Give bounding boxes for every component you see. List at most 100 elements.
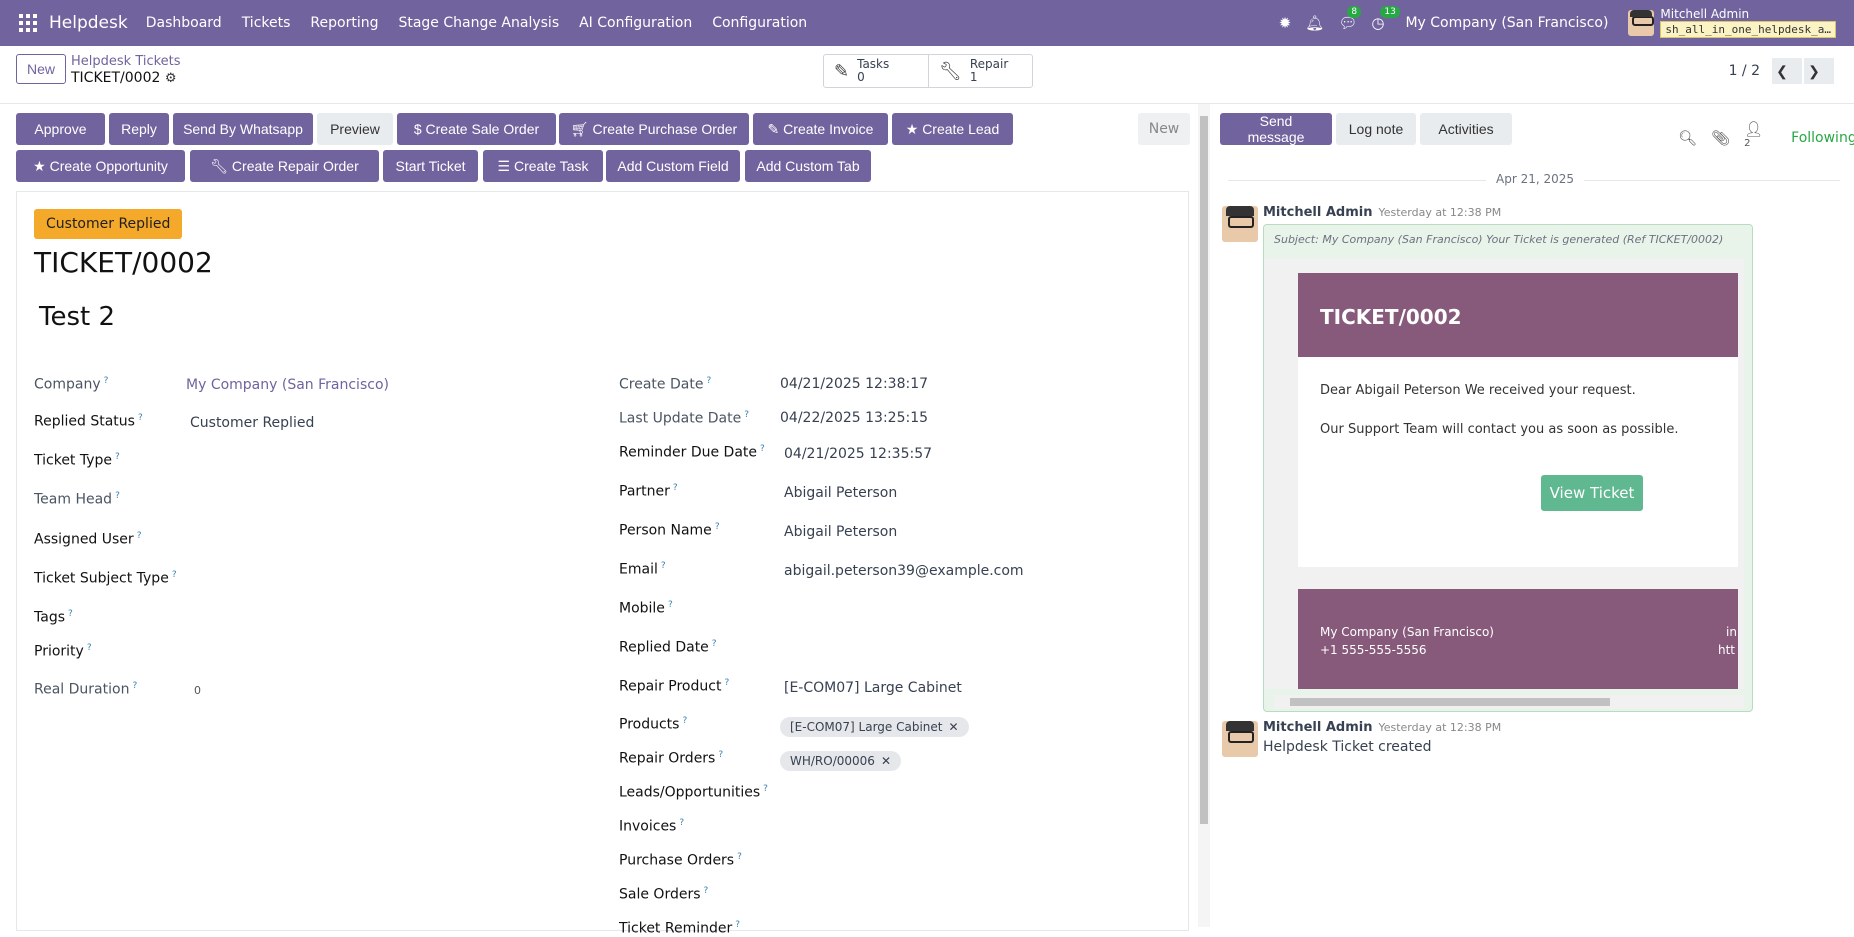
- person-name-label: Person Name?: [619, 522, 720, 539]
- repair-product-field[interactable]: [E-COM07] Large Cabinet: [784, 680, 962, 696]
- activity-badge: 13: [1380, 6, 1400, 18]
- apps-menu-icon[interactable]: [19, 14, 37, 32]
- create-repair-order-button[interactable]: 🔧︎ Create Repair Order: [190, 150, 379, 182]
- menu-ai-configuration[interactable]: AI Configuration: [579, 15, 692, 31]
- user-avatar[interactable]: [1628, 10, 1655, 36]
- search-icon[interactable]: 🔍︎: [1678, 129, 1697, 147]
- repair-orders-tag[interactable]: WH/RO/00006 ✕: [780, 751, 901, 771]
- real-duration-field: 0: [194, 684, 201, 697]
- activities-button[interactable]: Activities: [1420, 113, 1512, 145]
- approve-button[interactable]: Approve: [16, 113, 105, 145]
- scrollbar-thumb[interactable]: [1200, 116, 1208, 824]
- bell-icon[interactable]: 🔔︎: [1305, 14, 1324, 32]
- create-sale-order-button[interactable]: $ Create Sale Order: [397, 113, 556, 145]
- smart-buttons: ✎ Tasks 0 🔧︎ Repair 1: [823, 54, 1033, 88]
- wrench-icon: 🔧︎: [210, 157, 232, 174]
- create-opportunity-button[interactable]: ★ Create Opportunity: [16, 150, 185, 182]
- menu-reporting[interactable]: Reporting: [310, 15, 378, 31]
- reply-button[interactable]: Reply: [109, 113, 169, 145]
- remove-tag-icon[interactable]: ✕: [949, 720, 959, 734]
- email-horizontal-scrollbar[interactable]: [1274, 695, 1744, 709]
- company-field[interactable]: My Company (San Francisco): [186, 377, 389, 393]
- main-menu: Dashboard Tickets Reporting Stage Change…: [136, 15, 817, 31]
- chat-icon[interactable]: 💬︎ 8: [1338, 6, 1362, 32]
- paperclip-icon[interactable]: 📎︎: [1711, 129, 1730, 147]
- chatter-tools: 🔍︎ 📎︎ 👤︎2 Following: [1678, 120, 1854, 156]
- chevron-left-icon: ❮: [1776, 62, 1788, 79]
- stage-new[interactable]: New: [1138, 113, 1190, 145]
- message-author[interactable]: Mitchell Admin Yesterday at 12:38 PM: [1263, 205, 1501, 220]
- email-content: TICKET/0002 Dear Abigail Peterson We rec…: [1264, 259, 1744, 689]
- author-avatar[interactable]: [1222, 721, 1258, 757]
- create-purchase-order-button[interactable]: 🛒︎ Create Purchase Order: [559, 113, 749, 145]
- send-message-button[interactable]: Send message: [1220, 113, 1332, 145]
- pager-value[interactable]: 1 / 2: [1729, 63, 1760, 79]
- ticket-name-field[interactable]: Test 2: [39, 302, 115, 332]
- repair-smart-button[interactable]: 🔧︎ Repair 1: [928, 55, 1032, 87]
- message-author[interactable]: Mitchell Admin Yesterday at 12:38 PM: [1263, 720, 1501, 735]
- following-button[interactable]: Following: [1791, 130, 1854, 146]
- gear-icon[interactable]: ⚙: [165, 71, 177, 86]
- followers-button[interactable]: 👤︎2: [1744, 120, 1777, 156]
- breadcrumb-current: TICKET/0002: [71, 70, 161, 86]
- user-menu[interactable]: Mitchell Admin sh_all_in_one_helpdesk_a…: [1628, 8, 1854, 38]
- menu-configuration[interactable]: Configuration: [712, 15, 807, 31]
- create-date-field: 04/21/2025 12:38:17: [780, 376, 929, 392]
- create-sale-order-label: Create Sale Order: [425, 121, 540, 137]
- company-switcher[interactable]: My Company (San Francisco): [1405, 15, 1608, 31]
- partner-field[interactable]: Abigail Peterson: [784, 485, 897, 501]
- email-message: Subject: My Company (San Francisco) Your…: [1263, 224, 1753, 712]
- star-icon: ★: [33, 157, 50, 174]
- view-ticket-button[interactable]: View Ticket: [1541, 475, 1643, 511]
- author-avatar[interactable]: [1222, 206, 1258, 242]
- chat-badge: 8: [1347, 6, 1362, 18]
- products-label: Products?: [619, 716, 688, 733]
- debug-icon[interactable]: ✹: [1279, 14, 1292, 32]
- tasks-label: Tasks: [857, 57, 890, 71]
- menu-tickets[interactable]: Tickets: [242, 15, 291, 31]
- clock-icon[interactable]: ◷ 13: [1371, 6, 1400, 32]
- remove-tag-icon[interactable]: ✕: [881, 754, 891, 768]
- assigned-user-label: Assigned User?: [34, 531, 142, 548]
- mobile-label: Mobile?: [619, 600, 673, 617]
- reminder-due-date-field[interactable]: 04/21/2025 12:35:57: [784, 446, 932, 462]
- log-note-button[interactable]: Log note: [1336, 113, 1416, 145]
- tags-label: Tags?: [34, 609, 73, 626]
- replied-status-field[interactable]: Customer Replied: [190, 415, 314, 431]
- menu-dashboard[interactable]: Dashboard: [146, 15, 222, 31]
- email-footer: My Company (San Francisco) +1 555-555-55…: [1298, 589, 1738, 689]
- menu-stage-change-analysis[interactable]: Stage Change Analysis: [398, 15, 559, 31]
- add-custom-field-button[interactable]: Add Custom Field: [606, 150, 740, 182]
- partner-label: Partner?: [619, 483, 678, 500]
- email-line-1: Dear Abigail Peterson We received your r…: [1320, 383, 1636, 398]
- breadcrumb-parent[interactable]: Helpdesk Tickets: [71, 54, 181, 70]
- form-sheet: Customer Replied TICKET/0002 Test 2 Comp…: [16, 191, 1189, 937]
- create-repair-order-label: Create Repair Order: [231, 157, 359, 174]
- pager-previous-button[interactable]: ❮: [1772, 58, 1802, 84]
- create-date-label: Create Date?: [619, 376, 712, 393]
- database-name: sh_all_in_one_helpdesk_a…: [1660, 21, 1836, 38]
- last-update-label: Last Update Date?: [619, 410, 750, 427]
- create-lead-button[interactable]: ★ Create Lead: [892, 113, 1013, 145]
- create-task-button[interactable]: ☰ Create Task: [483, 150, 603, 182]
- preview-button[interactable]: Preview: [317, 113, 393, 145]
- app-brand[interactable]: Helpdesk: [49, 13, 128, 33]
- new-button[interactable]: New: [16, 54, 66, 84]
- email-field[interactable]: abigail.peterson39@example.com: [784, 563, 1024, 579]
- form-scrollbar[interactable]: [1198, 104, 1210, 927]
- whatsapp-button[interactable]: Send By Whatsapp: [173, 113, 313, 145]
- start-ticket-button[interactable]: Start Ticket: [383, 150, 478, 182]
- replied-status-label: Replied Status?: [34, 413, 143, 430]
- person-name-field[interactable]: Abigail Peterson: [784, 524, 897, 540]
- email-line-2: Our Support Team will contact you as soo…: [1320, 422, 1679, 437]
- message-time: Yesterday at 12:38 PM: [1378, 206, 1502, 219]
- add-custom-tab-button[interactable]: Add Custom Tab: [745, 150, 871, 182]
- tasks-smart-button[interactable]: ✎ Tasks 0: [824, 55, 928, 87]
- repair-count: 1: [969, 70, 978, 84]
- pager-next-button[interactable]: ❯: [1804, 58, 1834, 84]
- create-opportunity-label: Create Opportunity: [49, 157, 168, 174]
- create-lead-label: Create Lead: [922, 120, 1000, 137]
- create-invoice-button[interactable]: ✎ Create Invoice: [753, 113, 888, 145]
- scrollbar-thumb[interactable]: [1290, 698, 1610, 706]
- products-tag[interactable]: [E-COM07] Large Cabinet ✕: [780, 717, 969, 737]
